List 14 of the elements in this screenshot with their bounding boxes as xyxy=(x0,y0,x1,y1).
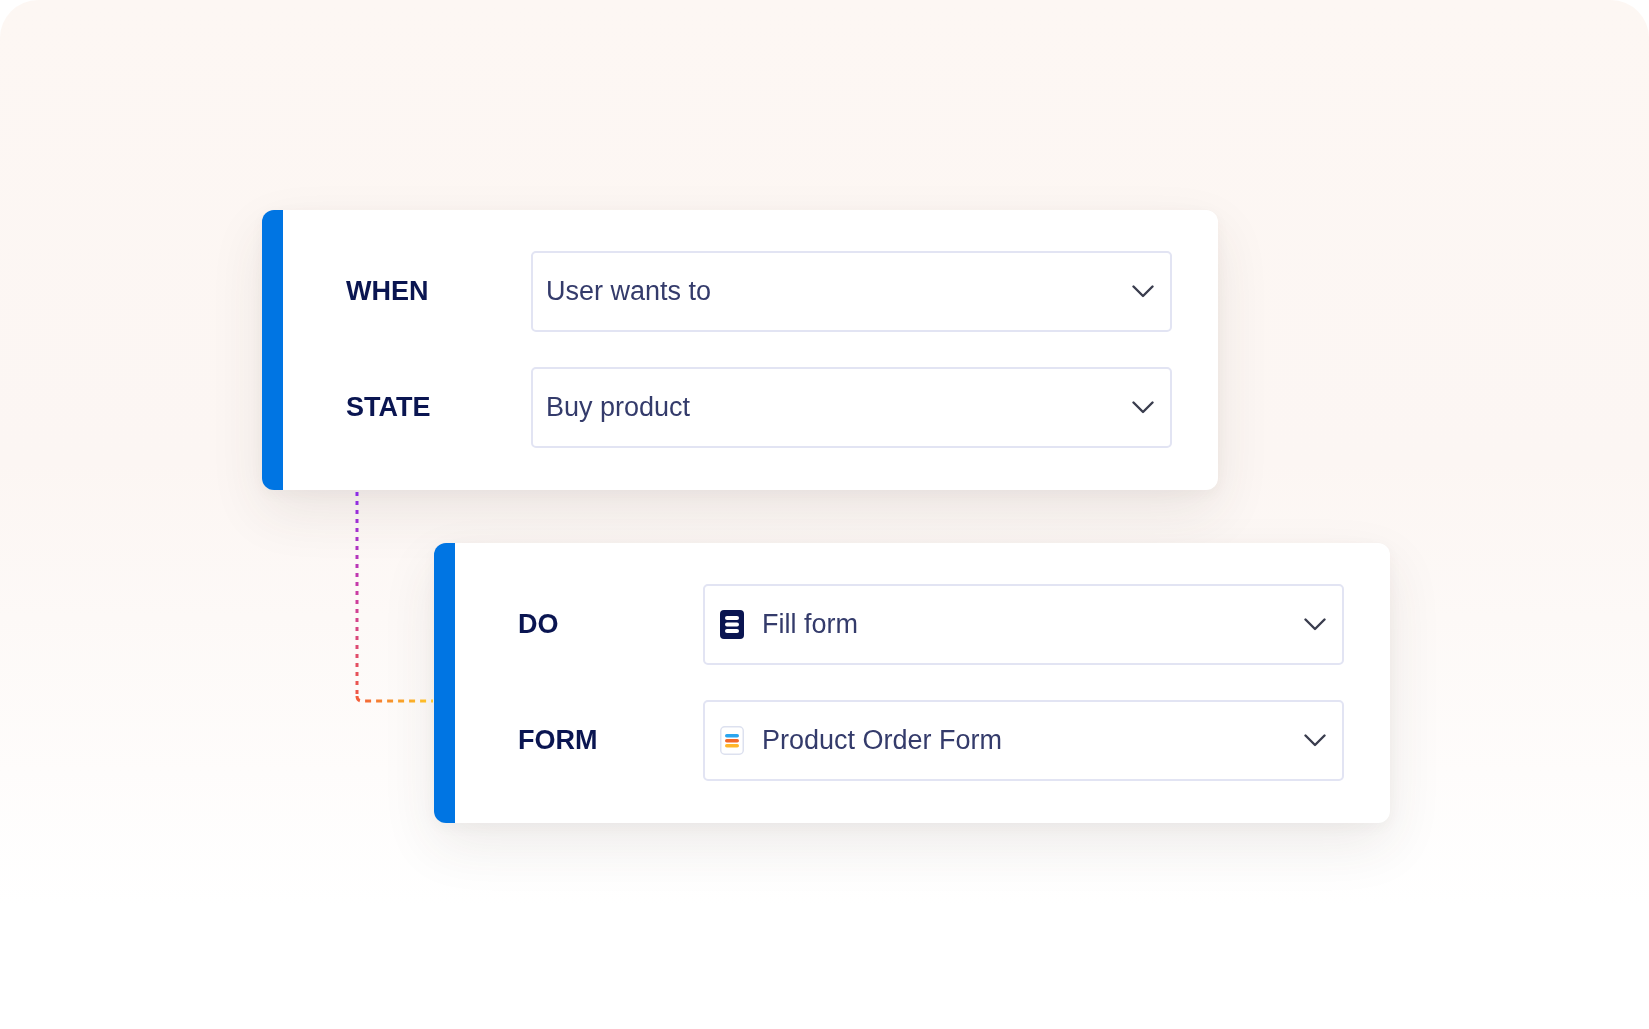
row-label: WHEN xyxy=(346,275,429,307)
chevron-down-icon xyxy=(1132,284,1154,298)
chevron-down-icon xyxy=(1304,617,1326,631)
dropdown-field[interactable]: Fill form xyxy=(703,583,1344,665)
row-label: FORM xyxy=(518,724,598,756)
row-label: DO xyxy=(518,608,559,640)
list-icon xyxy=(720,609,744,639)
dropdown-field[interactable]: Product Order Form xyxy=(703,699,1344,781)
dropdown-field[interactable]: Buy product xyxy=(531,366,1172,448)
form-icon xyxy=(720,725,744,755)
row-label: STATE xyxy=(346,391,431,423)
dropdown-field[interactable]: User wants to xyxy=(531,250,1172,332)
chevron-down-icon xyxy=(1304,733,1326,747)
chevron-down-icon xyxy=(1132,400,1154,414)
